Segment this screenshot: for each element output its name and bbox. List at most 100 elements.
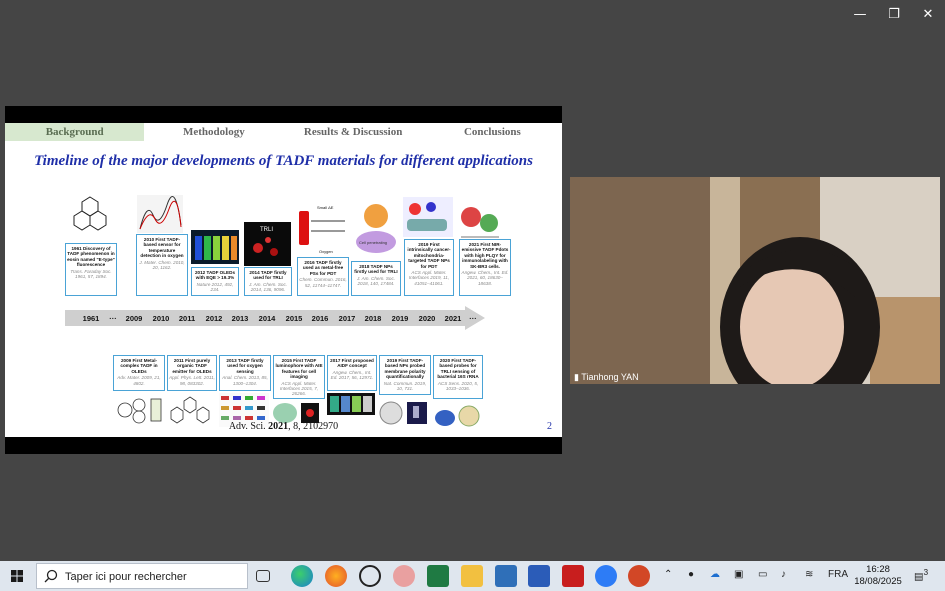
presentation-slide: Background Methodology Results & Discuss… xyxy=(5,123,562,437)
milestone-1961: 1961 Discovery of TADF phenomenon in eos… xyxy=(65,243,117,296)
microphone-icon[interactable]: ● xyxy=(688,569,694,580)
milestone-2016: 2016 TADF firstly used as metal-free PSs… xyxy=(297,257,349,296)
aidf-concept-image xyxy=(327,393,375,415)
participant-name-label: Tianhong YAN xyxy=(581,372,639,382)
milestone-text: 2017 First proposed AIDF concept xyxy=(330,358,374,369)
milestone-text: 2012 TADF OLEDs with EQE > 19.3% xyxy=(195,270,235,281)
task-view-icon[interactable] xyxy=(256,570,270,582)
chevron-up-icon[interactable]: ⌃ xyxy=(664,569,672,580)
clock[interactable]: 16:28 18/08/2025 xyxy=(848,564,908,588)
small-delta-e-label: Small ΔE xyxy=(317,205,334,210)
language-indicator[interactable]: FRA xyxy=(828,569,848,580)
video-frame-image xyxy=(570,177,940,384)
citation-journal: Adv. Sci. xyxy=(228,421,269,432)
restore-button[interactable]: ❐ xyxy=(879,4,909,26)
citation-year: 2021 xyxy=(268,421,289,432)
participant-name: ▮ Tianhong YAN xyxy=(574,372,639,383)
excel-icon[interactable] xyxy=(427,565,449,587)
cell-penetrating-label: Cell penetrating xyxy=(359,240,387,245)
dell-icon[interactable] xyxy=(359,565,381,587)
shared-screen: Background Methodology Results & Discuss… xyxy=(5,106,562,454)
milestone-2010: 2010 First TADF-based sensor for tempera… xyxy=(136,234,188,296)
year-2016: 2016 xyxy=(311,314,329,323)
milestone-ref: Anal. Chem. 2013, 85, 1300–1304. xyxy=(222,375,268,386)
milestone-text: 2019 First intrinsically cancer-mitochon… xyxy=(407,242,451,269)
temperature-sensor-image xyxy=(137,195,183,233)
year-2009: 2009 xyxy=(125,314,143,323)
milestone-text: 2016 TADF firstly used as metal-free PSs… xyxy=(302,260,344,276)
milestone-ref: Appl. Phys. Lett. 2011, 98, 083302. xyxy=(169,375,215,386)
firefox-icon[interactable] xyxy=(325,565,347,587)
year-2014: 2014 xyxy=(258,314,276,323)
milestone-text: 1961 Discovery of TADF phenomenon in eos… xyxy=(67,246,115,268)
year-2019: 2019 xyxy=(391,314,409,323)
milestone-ref: Nat. Commun. 2019, 10, 731. xyxy=(383,380,427,392)
oled-devices-image xyxy=(191,230,239,264)
milestone-text: 2010 First TADF-based sensor for tempera… xyxy=(140,237,184,259)
zoom-icon[interactable] xyxy=(595,565,617,587)
acrobat-icon[interactable] xyxy=(562,565,584,587)
file-explorer-icon[interactable] xyxy=(461,565,483,587)
milestone-2011: 2011 First purely organic TADF emitter f… xyxy=(167,355,217,391)
clock-date: 18/08/2025 xyxy=(854,576,902,587)
milestone-text: 2014 TADF firstly used for TRLI xyxy=(249,270,287,281)
pdt-energy-diagram-image: Small ΔE Oxygen xyxy=(299,205,345,254)
camera-icon[interactable]: ▣ xyxy=(734,569,743,580)
slide-section-tabs: Background Methodology Results & Discuss… xyxy=(5,123,562,141)
year-2018: 2018 xyxy=(364,314,382,323)
clock-time: 16:28 xyxy=(866,564,890,575)
milestone-2014: 2014 TADF firstly used for TRLI J. Am. Ch… xyxy=(244,267,292,296)
photo-app-icon[interactable] xyxy=(393,565,415,587)
milestone-2017: 2017 First proposed AIDF concept Angew. C… xyxy=(327,355,377,391)
milestone-2019-bottom: 2019 First TADF-based NPs probed membran… xyxy=(379,355,431,395)
milestone-text: 2021 First NIR-emissive TADF Pdots with … xyxy=(461,242,509,269)
nanoparticle-cell-image: Cell penetrating xyxy=(356,204,396,253)
citation-volume: , 8, 2102970 xyxy=(288,421,339,432)
windows-start-icon[interactable] xyxy=(4,565,30,587)
year-2011: 2011 xyxy=(178,314,196,323)
word-icon[interactable] xyxy=(528,565,550,587)
slide-title: Timeline of the major developments of TA… xyxy=(34,153,533,169)
trli-image: TRLI xyxy=(244,222,291,266)
powerpoint-icon[interactable] xyxy=(628,565,650,587)
edge-icon[interactable] xyxy=(291,565,313,587)
milestone-text: 2020 First TADF-based probes for TRLI se… xyxy=(437,358,479,380)
snipping-tool-icon[interactable] xyxy=(495,565,517,587)
zoom-meeting-window: — ❐ ✕ Background Methodology Results & D… xyxy=(0,0,945,561)
milestone-ref: J. Am. Chem. Soc. 2018, 140, 17484. xyxy=(356,275,396,287)
eosin-structure-image xyxy=(73,196,107,231)
notification-icon[interactable]: ▤3 xyxy=(914,567,928,582)
wifi-icon[interactable]: ≋ xyxy=(805,569,813,580)
mitochondria-targeting-image xyxy=(403,197,453,237)
tab-results-discussion: Results & Discussion xyxy=(303,126,403,138)
milestone-2019-top: 2019 First intrinsically cancer-mitochon… xyxy=(404,239,454,296)
milestone-2018: 2018 TADF NPs firstly used for TRLI J. Am… xyxy=(351,261,401,296)
milestone-2013: 2013 TADF firstly used for oxygen sensin… xyxy=(219,355,271,391)
close-button[interactable]: ✕ xyxy=(913,4,943,26)
onedrive-icon[interactable]: ☁ xyxy=(710,569,720,580)
milestone-ref: ACS Sens. 2020, 5, 1033–1036. xyxy=(437,380,479,392)
minimize-button[interactable]: — xyxy=(845,4,875,26)
year-ellipsis-2: ··· xyxy=(469,314,477,323)
milestone-text: 2013 TADF firstly used for oxygen sensin… xyxy=(226,358,264,374)
trli-label: TRLI xyxy=(260,227,273,233)
milestone-2015: 2015 First TADF luminophore with AIE fea… xyxy=(273,355,325,399)
milestone-ref: ACS Appl. Mater. Interfaces 2019, 11, 41… xyxy=(408,270,450,286)
milestone-text: 2018 TADF NPs firstly used for TRLI xyxy=(354,264,398,275)
volume-icon[interactable]: ♪ xyxy=(781,569,786,580)
year-2012: 2012 xyxy=(205,314,223,323)
battery-icon[interactable]: ▭ xyxy=(758,569,767,580)
taskbar-search[interactable]: Taper ici pour rechercher xyxy=(36,563,248,589)
search-placeholder: Taper ici pour rechercher xyxy=(65,571,187,583)
nir-pdots-image xyxy=(461,207,499,238)
milestone-ref: Nature 2012, 492, 234. xyxy=(196,281,234,293)
participant-video[interactable]: ▮ Tianhong YAN xyxy=(570,177,940,384)
milestone-ref: Angew. Chem., Int. Ed. 2021, 60, 18630–1… xyxy=(461,270,509,286)
milestone-2020: 2020 First TADF-based probes for TRLI se… xyxy=(433,355,483,399)
milestone-ref: Trans. Faraday Soc. 1961, 57, 1894. xyxy=(70,268,112,280)
year-2010: 2010 xyxy=(152,314,170,323)
year-2017: 2017 xyxy=(338,314,356,323)
milestone-ref: Chem. Commun. 2016, 52, 11744–11747. xyxy=(299,277,347,288)
milestone-text: 2015 First TADF luminophore with AIE fea… xyxy=(275,358,323,380)
year-2013: 2013 xyxy=(231,314,249,323)
